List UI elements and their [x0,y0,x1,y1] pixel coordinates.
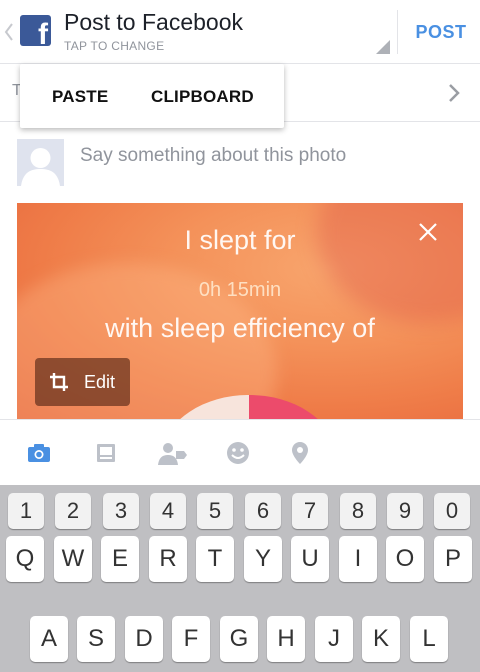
emoji-icon[interactable] [225,440,251,466]
facebook-logo-letter: f [38,18,48,47]
key-2[interactable]: 2 [55,493,91,529]
key-o[interactable]: O [386,536,424,582]
key-r[interactable]: R [149,536,187,582]
location-icon[interactable] [287,440,313,466]
chevron-right-icon[interactable] [446,82,462,104]
key-6[interactable]: 6 [245,493,281,529]
tag-people-icon[interactable] [157,440,187,466]
key-3[interactable]: 3 [103,493,139,529]
photo-text-line3: with sleep efficiency of [105,313,375,343]
key-w[interactable]: W [54,536,92,582]
header-divider [397,10,398,54]
destination-selector[interactable]: Post to Facebook TAP TO CHANGE [64,8,384,58]
photo-shading [317,203,463,323]
key-j[interactable]: J [315,616,353,662]
key-g[interactable]: G [220,616,258,662]
photo-attachment: I slept for 0h 15min with sleep efficien… [17,203,463,419]
key-h[interactable]: H [267,616,305,662]
back-chevron-icon[interactable] [4,22,14,42]
photo-text-line2: 0h 15min [198,279,282,301]
key-l[interactable]: L [410,616,448,662]
photo-text-line1: I slept for [184,225,296,255]
app-header: f Post to Facebook TAP TO CHANGE POST [0,0,480,64]
dropdown-corner-icon [376,40,390,54]
attachment-toolbar [0,419,480,485]
key-i[interactable]: I [339,536,377,582]
key-1[interactable]: 1 [8,493,44,529]
default-avatar-icon [17,139,64,186]
facebook-logo-icon[interactable]: f [20,15,51,46]
page-title: Post to Facebook [64,9,243,35]
key-f[interactable]: F [172,616,210,662]
key-a[interactable]: A [30,616,68,662]
sticker-icon[interactable] [93,440,119,466]
key-p[interactable]: P [434,536,472,582]
soft-keyboard: 1 2 3 4 5 6 7 8 9 0 Q W E R T Y U I O P … [0,485,480,672]
camera-icon[interactable] [26,440,52,466]
tap-to-change-label: TAP TO CHANGE [64,39,165,53]
key-4[interactable]: 4 [150,493,186,529]
key-7[interactable]: 7 [292,493,328,529]
key-q[interactable]: Q [6,536,44,582]
edit-label: Edit [84,372,116,392]
key-8[interactable]: 8 [340,493,376,529]
clipboard-button[interactable]: CLIPBOARD [151,64,254,128]
remove-photo-close-icon[interactable] [417,221,439,243]
key-k[interactable]: K [362,616,400,662]
key-0[interactable]: 0 [434,493,470,529]
sleep-gauge [180,395,318,419]
key-u[interactable]: U [291,536,329,582]
key-5[interactable]: 5 [197,493,233,529]
key-e[interactable]: E [101,536,139,582]
key-s[interactable]: S [77,616,115,662]
text-selection-popup: PASTE CLIPBOARD [20,64,284,128]
avatar [17,139,64,186]
key-t[interactable]: T [196,536,234,582]
edit-photo-button[interactable]: Edit [35,358,130,406]
key-y[interactable]: Y [244,536,282,582]
key-d[interactable]: D [125,616,163,662]
post-button[interactable]: POST [402,16,480,48]
key-9[interactable]: 9 [387,493,423,529]
crop-icon [50,373,68,391]
paste-button[interactable]: PASTE [52,64,108,128]
status-input[interactable]: Say something about this photo [80,143,460,169]
